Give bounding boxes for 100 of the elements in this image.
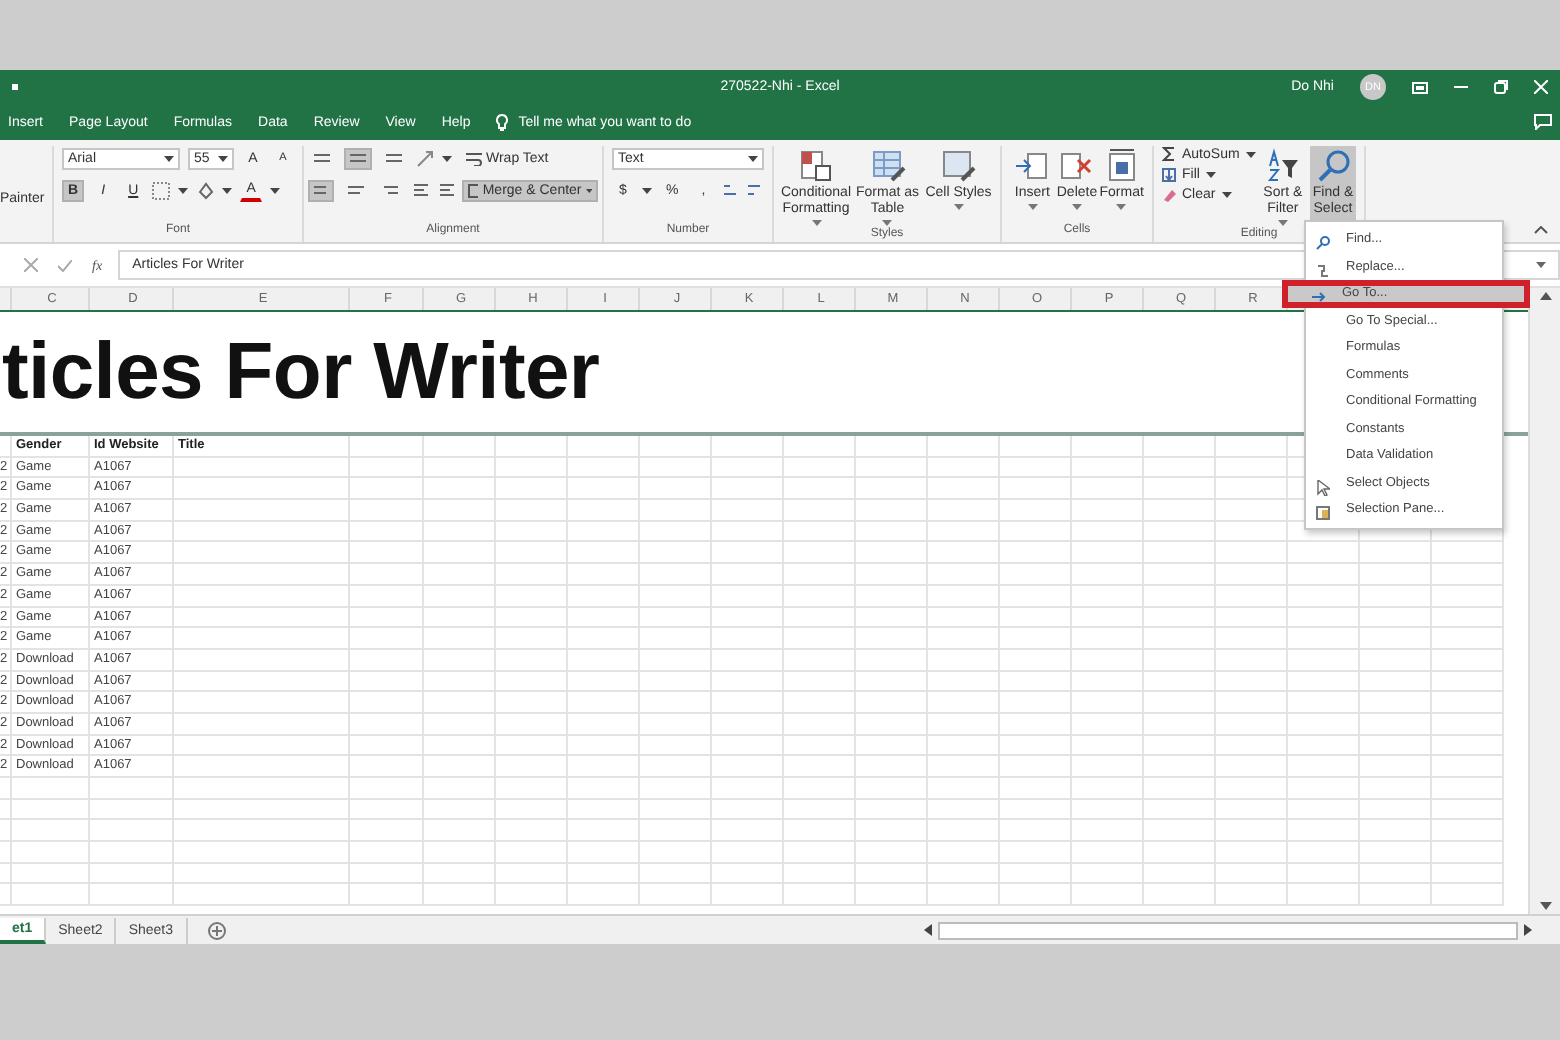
empty-cell[interactable] xyxy=(568,884,640,907)
empty-cell[interactable] xyxy=(1072,671,1144,693)
empty-cell[interactable] xyxy=(0,863,12,885)
empty-cell[interactable] xyxy=(712,585,784,607)
empty-cell[interactable] xyxy=(856,478,928,501)
empty-cell[interactable] xyxy=(784,436,856,458)
empty-cell[interactable] xyxy=(640,713,712,736)
empty-cell[interactable] xyxy=(712,436,784,458)
empty-cell[interactable] xyxy=(1000,500,1072,522)
empty-cell[interactable] xyxy=(712,735,784,757)
empty-cell[interactable] xyxy=(424,500,496,522)
empty-cell[interactable] xyxy=(640,756,712,778)
empty-cell[interactable] xyxy=(424,478,496,501)
empty-cell[interactable] xyxy=(350,457,424,479)
empty-cell[interactable] xyxy=(174,649,350,672)
empty-cell[interactable] xyxy=(856,457,928,479)
empty-cell[interactable] xyxy=(12,842,90,864)
empty-cell[interactable] xyxy=(1432,778,1504,800)
empty-cell[interactable] xyxy=(1000,542,1072,565)
empty-cell[interactable] xyxy=(1288,585,1360,607)
empty-cell[interactable] xyxy=(1432,756,1504,778)
empty-cell[interactable] xyxy=(1432,692,1504,714)
eraser-icon[interactable] xyxy=(1162,188,1176,202)
empty-cell[interactable] xyxy=(1144,585,1216,607)
empty-cell[interactable] xyxy=(350,542,424,565)
empty-cell[interactable] xyxy=(1288,799,1360,821)
empty-cell[interactable] xyxy=(928,500,1000,522)
empty-cell[interactable] xyxy=(784,863,856,885)
insert-cells-icon[interactable] xyxy=(1014,148,1051,184)
empty-cell[interactable] xyxy=(784,778,856,800)
empty-cell[interactable] xyxy=(1288,692,1360,714)
empty-cell[interactable] xyxy=(784,713,856,736)
empty-cell[interactable] xyxy=(1144,778,1216,800)
empty-cell[interactable] xyxy=(1432,607,1504,629)
empty-cell[interactable] xyxy=(1288,649,1360,672)
empty-cell[interactable] xyxy=(928,521,1000,543)
empty-cell[interactable] xyxy=(712,628,784,650)
borders-icon[interactable] xyxy=(152,181,171,199)
empty-cell[interactable] xyxy=(1072,778,1144,800)
empty-cell[interactable] xyxy=(856,756,928,778)
empty-cell[interactable] xyxy=(1216,628,1288,650)
empty-cell[interactable] xyxy=(1216,820,1288,843)
empty-cell[interactable] xyxy=(1000,671,1072,693)
empty-cell[interactable] xyxy=(1216,884,1288,907)
empty-cell[interactable] xyxy=(712,564,784,586)
empty-cell[interactable] xyxy=(712,799,784,821)
empty-cell[interactable] xyxy=(1216,457,1288,479)
empty-cell[interactable] xyxy=(1216,799,1288,821)
close-icon[interactable] xyxy=(1534,80,1548,94)
empty-cell[interactable] xyxy=(1000,692,1072,714)
empty-cell[interactable] xyxy=(640,820,712,843)
empty-cell[interactable] xyxy=(350,713,424,736)
empty-cell[interactable] xyxy=(712,842,784,864)
fill-down-icon[interactable] xyxy=(1162,168,1176,182)
align-middle-icon[interactable] xyxy=(344,147,372,169)
empty-cell[interactable] xyxy=(1216,735,1288,757)
empty-cell[interactable] xyxy=(1432,564,1504,586)
empty-cell[interactable] xyxy=(1360,713,1432,736)
empty-cell[interactable] xyxy=(1144,564,1216,586)
empty-cell[interactable] xyxy=(568,778,640,800)
empty-cell[interactable] xyxy=(424,457,496,479)
empty-cell[interactable] xyxy=(1144,628,1216,650)
empty-cell[interactable] xyxy=(496,820,568,843)
empty-cell[interactable] xyxy=(1000,478,1072,501)
empty-cell[interactable] xyxy=(568,436,640,458)
empty-cell[interactable] xyxy=(784,649,856,672)
empty-cell[interactable] xyxy=(90,799,174,821)
empty-cell[interactable] xyxy=(174,735,350,757)
empty-cell[interactable] xyxy=(1000,564,1072,586)
empty-cell[interactable] xyxy=(1216,585,1288,607)
empty-cell[interactable] xyxy=(1432,585,1504,607)
empty-cell[interactable] xyxy=(496,842,568,864)
empty-cell[interactable] xyxy=(1432,884,1504,907)
empty-cell[interactable] xyxy=(174,713,350,736)
empty-cell[interactable] xyxy=(174,692,350,714)
empty-cell[interactable] xyxy=(496,542,568,565)
empty-cell[interactable] xyxy=(784,564,856,586)
empty-cell[interactable] xyxy=(784,756,856,778)
empty-cell[interactable] xyxy=(1216,500,1288,522)
cancel-icon[interactable] xyxy=(24,258,38,272)
empty-cell[interactable] xyxy=(1144,756,1216,778)
empty-cell[interactable] xyxy=(1360,884,1432,907)
empty-cell[interactable] xyxy=(784,585,856,607)
empty-cell[interactable] xyxy=(1288,863,1360,885)
scroll-down-icon[interactable] xyxy=(1539,902,1551,910)
empty-cell[interactable] xyxy=(928,735,1000,757)
empty-cell[interactable] xyxy=(784,500,856,522)
empty-cell[interactable] xyxy=(568,735,640,757)
empty-cell[interactable] xyxy=(1072,542,1144,565)
empty-cell[interactable] xyxy=(1000,585,1072,607)
empty-cell[interactable] xyxy=(90,863,174,885)
empty-cell[interactable] xyxy=(1144,649,1216,672)
scroll-left-icon[interactable] xyxy=(924,924,932,936)
empty-cell[interactable] xyxy=(856,585,928,607)
empty-cell[interactable] xyxy=(1360,820,1432,843)
empty-cell[interactable] xyxy=(1144,478,1216,501)
empty-cell[interactable] xyxy=(424,692,496,714)
empty-cell[interactable] xyxy=(350,607,424,629)
empty-cell[interactable] xyxy=(1144,799,1216,821)
empty-cell[interactable] xyxy=(640,478,712,501)
